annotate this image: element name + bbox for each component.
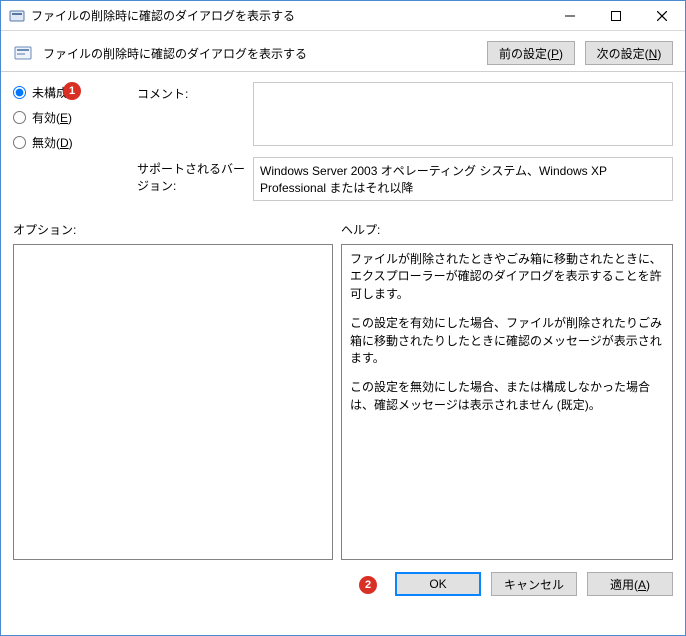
header-title: ファイルの削除時に確認のダイアログを表示する bbox=[43, 45, 477, 62]
help-label: ヘルプ: bbox=[341, 221, 673, 238]
titlebar: ファイルの削除時に確認のダイアログを表示する bbox=[1, 1, 685, 31]
minimize-button[interactable] bbox=[547, 1, 593, 30]
help-pane[interactable]: ファイルが削除されたときやごみ箱に移動されたときに、エクスプローラーが確認のダイ… bbox=[341, 244, 673, 560]
panes: ファイルが削除されたときやごみ箱に移動されたときに、エクスプローラーが確認のダイ… bbox=[1, 244, 685, 560]
previous-setting-button[interactable]: 前の設定(P) bbox=[487, 41, 575, 65]
annotation-badge-2: 2 bbox=[359, 576, 377, 594]
footer: 2 OK キャンセル 適用(A) bbox=[1, 560, 685, 608]
state-radio-group: 未構成 1 有効(E) 無効(D) bbox=[13, 82, 133, 151]
comment-label: コメント: bbox=[137, 82, 249, 102]
radio-enabled-label: 有効(E) bbox=[32, 109, 72, 126]
cancel-button[interactable]: キャンセル bbox=[491, 572, 577, 596]
apply-button[interactable]: 適用(A) bbox=[587, 572, 673, 596]
header: ファイルの削除時に確認のダイアログを表示する 前の設定(P) 次の設定(N) bbox=[1, 31, 685, 71]
pane-labels: オプション: ヘルプ: bbox=[1, 207, 685, 244]
next-setting-button[interactable]: 次の設定(N) bbox=[585, 41, 673, 65]
radio-disabled-label: 無効(D) bbox=[32, 134, 73, 151]
close-button[interactable] bbox=[639, 1, 685, 30]
ok-label: OK bbox=[429, 577, 446, 591]
cancel-label: キャンセル bbox=[504, 578, 564, 592]
supported-versions-text: Windows Server 2003 オペレーティング システム、Window… bbox=[260, 162, 666, 196]
window-title: ファイルの削除時に確認のダイアログを表示する bbox=[31, 7, 547, 24]
radio-enabled[interactable]: 有効(E) bbox=[13, 109, 133, 126]
help-paragraph: この設定を有効にした場合、ファイルが削除されたりごみ箱に移動されたりしたときに確… bbox=[350, 315, 664, 367]
radio-disabled[interactable]: 無効(D) bbox=[13, 134, 133, 151]
option-label: オプション: bbox=[13, 221, 341, 238]
app-icon bbox=[9, 8, 25, 24]
comment-textarea[interactable] bbox=[253, 82, 673, 146]
supported-label: サポートされるバージョン: bbox=[137, 157, 249, 194]
options-pane[interactable] bbox=[13, 244, 333, 560]
ok-button[interactable]: OK bbox=[395, 572, 481, 596]
radio-enabled-input[interactable] bbox=[13, 111, 26, 124]
maximize-button[interactable] bbox=[593, 1, 639, 30]
policy-icon bbox=[13, 43, 33, 63]
help-paragraph: ファイルが削除されたときやごみ箱に移動されたときに、エクスプローラーが確認のダイ… bbox=[350, 251, 664, 303]
supported-versions: Windows Server 2003 オペレーティング システム、Window… bbox=[253, 157, 673, 201]
config-area: 未構成 1 有効(E) 無効(D) コメント: サポートされるバージョン: Wi… bbox=[1, 72, 685, 207]
annotation-badge-1: 1 bbox=[63, 82, 81, 100]
radio-not-configured[interactable]: 未構成 1 bbox=[13, 84, 133, 101]
help-paragraph: この設定を無効にした場合、または構成しなかった場合は、確認メッセージは表示されま… bbox=[350, 379, 664, 414]
radio-not-configured-input[interactable] bbox=[13, 86, 26, 99]
window-controls bbox=[547, 1, 685, 30]
radio-disabled-input[interactable] bbox=[13, 136, 26, 149]
